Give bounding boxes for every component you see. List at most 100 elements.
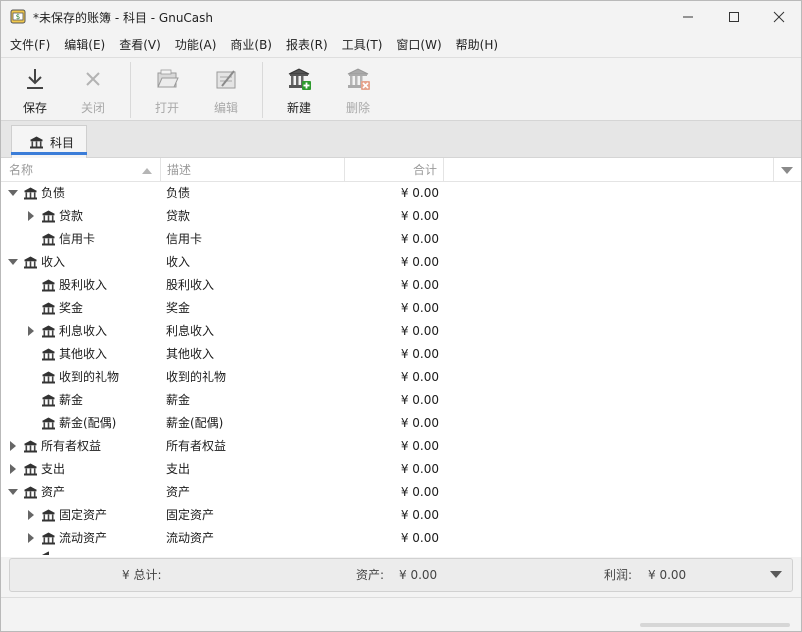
tree-row[interactable]: 支出 支出 ¥ 0.00: [1, 458, 801, 481]
account-name: 薪金(配偶): [59, 416, 117, 430]
column-selector-chevron-down-icon[interactable]: [781, 167, 793, 175]
column-header-description[interactable]: 描述: [167, 158, 191, 182]
expander-expanded-icon[interactable]: [8, 487, 18, 497]
tree-row[interactable]: 资产 资产 ¥ 0.00: [1, 481, 801, 504]
account-bank-icon: [42, 532, 55, 545]
account-name: 收到的礼物: [59, 370, 120, 384]
expander-collapsed-icon[interactable]: [26, 533, 36, 543]
summary-total-label: ¥ 总计:: [122, 568, 162, 582]
account-description: 利息收入: [166, 324, 215, 338]
save-button[interactable]: 保存: [10, 64, 60, 116]
tab-accounts-label: 科目: [50, 136, 75, 150]
close-button-label: 关闭: [80, 101, 105, 115]
account-bank-icon: [42, 325, 55, 338]
tree-row[interactable]: 股利收入 股利收入 ¥ 0.00: [1, 274, 801, 297]
account-description: 薪金(配偶): [166, 416, 224, 430]
account-total: ¥ 0.00: [400, 531, 439, 545]
tree-row[interactable]: 信用卡 信用卡 ¥ 0.00: [1, 228, 801, 251]
tree-row[interactable]: 薪金(配偶) 薪金(配偶) ¥ 0.00: [1, 412, 801, 435]
account-description: 薪金: [166, 393, 191, 407]
open-account-label: 打开: [154, 101, 179, 115]
account-total: ¥ 0.00: [400, 370, 439, 384]
menu-windows[interactable]: 窗口(W): [387, 34, 446, 56]
menu-view[interactable]: 查看(V): [110, 34, 166, 56]
account-total: ¥ 0.00: [400, 301, 439, 315]
account-total: ¥ 0.00: [400, 462, 439, 476]
title-bar: $ *未保存的账簿 - 科目 - GnuCash: [1, 1, 801, 32]
tree-row[interactable]: 负债 负债 ¥ 0.00: [1, 182, 801, 205]
tree-header: 名称 描述 合计: [1, 158, 801, 182]
account-name: 信用卡: [59, 232, 96, 246]
summary-bar: ¥ 总计: 资产: ¥ 0.00 利润: ¥ 0.00: [9, 558, 793, 592]
edit-account-button[interactable]: 编辑: [201, 64, 251, 116]
account-name: 股利收入: [59, 278, 108, 292]
account-description: 贷款: [166, 209, 191, 223]
account-name: 奖金: [59, 301, 84, 315]
expander-expanded-icon[interactable]: [8, 257, 18, 267]
edit-account-icon: [216, 70, 236, 89]
minimize-icon: [683, 16, 693, 17]
delete-account-button[interactable]: 删除: [333, 64, 383, 116]
expander-collapsed-icon[interactable]: [8, 441, 18, 451]
expander-collapsed-icon[interactable]: [26, 211, 36, 221]
account-name: 所有者权益: [41, 439, 102, 453]
open-folder-icon: [157, 69, 179, 88]
tree-row[interactable]: 奖金 奖金 ¥ 0.00: [1, 297, 801, 320]
account-name: 利息收入: [59, 324, 108, 338]
expander-collapsed-icon[interactable]: [8, 464, 18, 474]
tree-row[interactable]: 薪金 薪金 ¥ 0.00: [1, 389, 801, 412]
column-divider: [344, 158, 345, 182]
menu-help[interactable]: 帮助(H): [447, 34, 503, 56]
expander-collapsed-icon[interactable]: [26, 510, 36, 520]
column-header-name[interactable]: 名称: [9, 158, 33, 182]
new-account-button[interactable]: 新建: [274, 64, 324, 116]
account-name: 资产: [41, 485, 66, 499]
menu-edit[interactable]: 编辑(E): [55, 34, 110, 56]
summary-chevron-down-icon[interactable]: [770, 571, 782, 579]
menu-business[interactable]: 商业(B): [221, 34, 277, 56]
summary-profit-value: ¥ 0.00: [648, 568, 687, 582]
account-bank-icon: [42, 509, 55, 522]
new-account-label: 新建: [286, 101, 311, 115]
tree-row[interactable]: 流动资产 流动资产 ¥ 0.00: [1, 527, 801, 550]
account-total: ¥ 0.00: [400, 209, 439, 223]
menu-bar: 文件(F) 编辑(E) 查看(V) 功能(A) 商业(B) 报表(R) 工具(T…: [1, 34, 801, 56]
tree-row[interactable]: 所有者权益 所有者权益 ¥ 0.00: [1, 435, 801, 458]
account-description: 资产: [166, 485, 191, 499]
partial-row-peek: [41, 550, 49, 557]
tree-row[interactable]: 收到的礼物 收到的礼物 ¥ 0.00: [1, 366, 801, 389]
close-button[interactable]: 关闭: [68, 64, 118, 116]
close-window-button[interactable]: [756, 1, 802, 32]
minimize-button[interactable]: [665, 1, 711, 32]
open-account-button[interactable]: 打开: [142, 64, 192, 116]
account-total: ¥ 0.00: [400, 278, 439, 292]
account-bank-icon: [42, 279, 55, 292]
gnucash-window: $ *未保存的账簿 - 科目 - GnuCash 文件(F) 编辑(E) 查看(…: [0, 0, 802, 632]
menu-tools[interactable]: 工具(T): [333, 34, 388, 56]
account-tree[interactable]: 名称 描述 合计 负债 负债 ¥ 0.00 贷款 贷款 ¥ 0.00 信用卡 信用卡 ¥ 0.0…: [1, 158, 801, 557]
account-bank-icon: [42, 210, 55, 223]
maximize-button[interactable]: [711, 1, 757, 32]
tree-row[interactable]: 固定资产 固定资产 ¥ 0.00: [1, 504, 801, 527]
expander-collapsed-icon[interactable]: [26, 326, 36, 336]
account-bank-icon: [24, 187, 37, 200]
menu-file[interactable]: 文件(F): [1, 34, 55, 56]
menu-reports[interactable]: 报表(R): [277, 34, 333, 56]
account-bank-icon: [42, 371, 55, 384]
tree-row[interactable]: 收入 收入 ¥ 0.00: [1, 251, 801, 274]
account-description: 奖金: [166, 301, 191, 315]
tree-row[interactable]: 利息收入 利息收入 ¥ 0.00: [1, 320, 801, 343]
account-total: ¥ 0.00: [400, 186, 439, 200]
expander-expanded-icon[interactable]: [8, 188, 18, 198]
menu-actions[interactable]: 功能(A): [166, 34, 222, 56]
column-divider: [160, 158, 161, 182]
column-header-total[interactable]: 合计: [413, 158, 437, 182]
column-divider: [443, 158, 444, 182]
account-description: 所有者权益: [166, 439, 227, 453]
tree-row[interactable]: 贷款 贷款 ¥ 0.00: [1, 205, 801, 228]
account-description: 固定资产: [166, 508, 215, 522]
tree-row[interactable]: 其他收入 其他收入 ¥ 0.00: [1, 343, 801, 366]
summary-assets-value: ¥ 0.00: [399, 568, 438, 582]
gnucash-app-icon: $: [10, 9, 26, 24]
account-bank-icon: [42, 394, 55, 407]
